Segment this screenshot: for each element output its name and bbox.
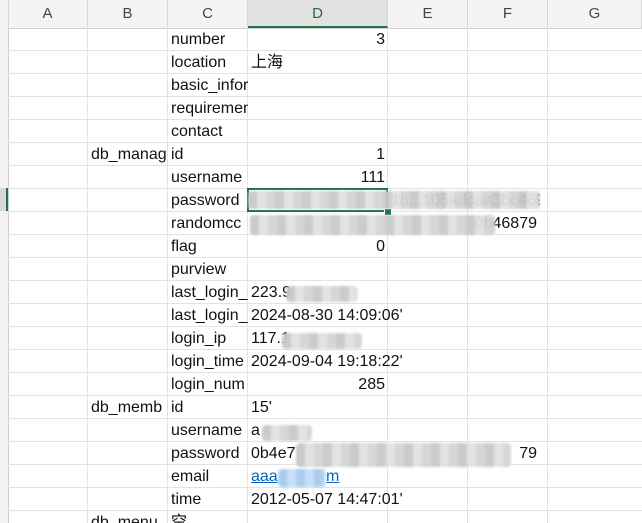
cell-field-name[interactable]: id <box>168 143 248 166</box>
cell-email-link[interactable]: aaa <box>248 465 388 488</box>
grid-horizontal-line <box>8 119 642 120</box>
cell-field-name[interactable]: randomcc <box>168 212 248 235</box>
grid-horizontal-line <box>8 96 642 97</box>
active-row-header[interactable] <box>0 188 8 211</box>
column-header-a[interactable]: A <box>8 0 88 28</box>
cell-field-name[interactable]: username <box>168 166 248 189</box>
cell-value[interactable]: 15' <box>248 396 388 419</box>
cell-field-name[interactable]: password <box>168 442 248 465</box>
cell-field-name[interactable]: password <box>168 189 248 212</box>
cell-email-link-tail[interactable]: m <box>323 465 363 488</box>
column-header-g[interactable]: G <box>548 0 642 28</box>
cell-value[interactable]: a <box>248 419 388 442</box>
spreadsheet-grid[interactable]: ABCDEFG number3location上海basic_informati… <box>0 0 642 523</box>
cell-field-name[interactable]: number <box>168 28 248 51</box>
cell-field-name[interactable]: purview <box>168 258 248 281</box>
cell-field-name[interactable]: login_time <box>168 350 248 373</box>
row-header-strip <box>0 28 9 523</box>
cell-field-name[interactable]: 空 <box>168 511 248 523</box>
grid-vertical-line <box>547 28 548 523</box>
cell-field-name[interactable]: location <box>168 51 248 74</box>
cell-field-name[interactable]: login_ip <box>168 327 248 350</box>
column-header-f[interactable]: F <box>468 0 548 28</box>
cell-value[interactable]: 0b4e7 <box>248 442 388 465</box>
cell-value-overflow[interactable]: 79 <box>388 442 540 465</box>
cell-field-name[interactable]: last_login_ <box>168 304 248 327</box>
cell-field-name[interactable]: email <box>168 465 248 488</box>
cell-table-name[interactable]: db_menu <box>88 511 168 523</box>
cell-value[interactable]: 2012-05-07 14:47:01' <box>248 488 403 511</box>
grid-horizontal-line <box>8 211 642 212</box>
cell-field-name[interactable]: requirements <box>168 97 248 120</box>
cell-field-name[interactable]: username <box>168 419 248 442</box>
cell-value-overflow[interactable]: 0b46879 <box>388 212 540 235</box>
cell-value[interactable]: 0 <box>248 235 388 258</box>
fill-handle[interactable] <box>384 208 392 216</box>
cell-field-name[interactable]: basic_information <box>168 74 248 97</box>
column-header-c[interactable]: C <box>168 0 248 28</box>
cell-value[interactable]: 3 <box>248 28 388 51</box>
cell-field-name[interactable]: contact <box>168 120 248 143</box>
cell-value[interactable]: 223.9 <box>248 281 388 304</box>
cell-table-name[interactable]: db_memb <box>88 396 168 419</box>
cell-field-name[interactable]: last_login_ <box>168 281 248 304</box>
column-header-e[interactable]: E <box>388 0 468 28</box>
cell-value[interactable]: 285 <box>248 373 388 396</box>
cell-value-overflow[interactable]: 1b...105adcaa3bc469 <box>388 189 540 212</box>
cell-value[interactable]: 2024-09-04 19:18:22' <box>248 350 403 373</box>
cell-field-name[interactable]: flag <box>168 235 248 258</box>
grid-vertical-line <box>87 28 88 523</box>
column-header-b[interactable]: B <box>88 0 168 28</box>
cell-value[interactable]: 1 <box>248 143 388 166</box>
cell-field-name[interactable]: login_num <box>168 373 248 396</box>
cell-field-name[interactable]: time <box>168 488 248 511</box>
cell-value[interactable]: 2024-08-30 14:09:06' <box>248 304 403 327</box>
cell-value[interactable]: 117.1 <box>248 327 388 350</box>
cell-field-name[interactable]: id <box>168 396 248 419</box>
column-header-d[interactable]: D <box>248 0 388 28</box>
selected-cell-border <box>247 188 388 212</box>
cell-table-name[interactable]: db_manag <box>88 143 168 166</box>
cell-value[interactable]: 111 <box>248 166 388 189</box>
cell-value[interactable]: 上海 <box>248 51 388 74</box>
